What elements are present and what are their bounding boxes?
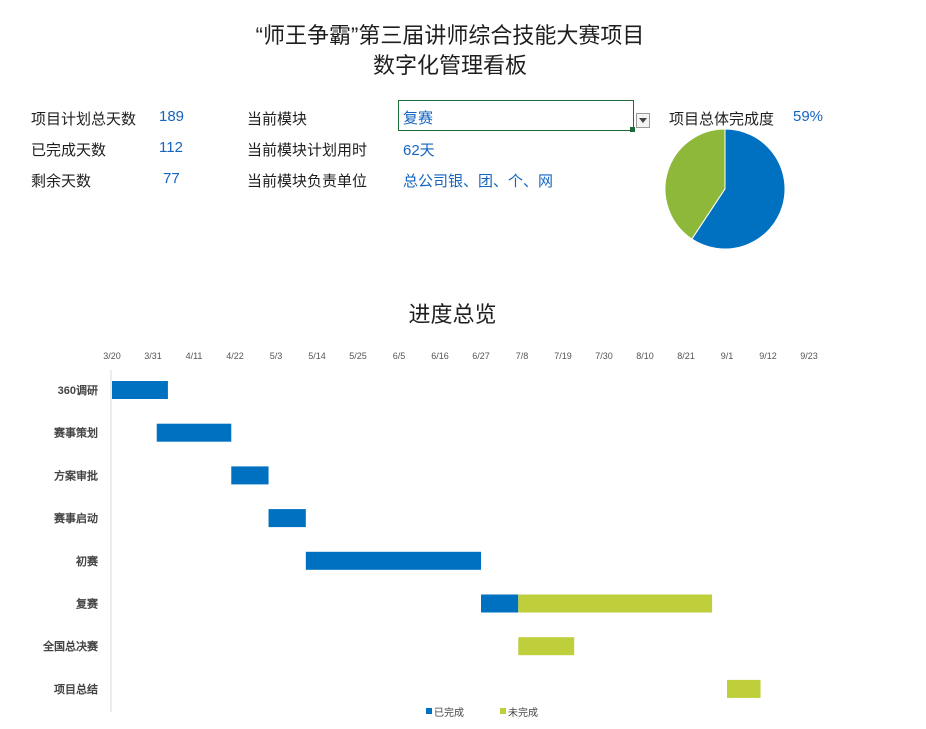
legend-swatch-done	[426, 708, 432, 714]
gantt-bar-todo	[727, 679, 761, 698]
gantt-bar-done	[481, 594, 519, 613]
x-tick-label: 9/1	[721, 351, 734, 361]
legend-label-done: 已完成	[434, 708, 464, 719]
category-label: 360调研	[58, 383, 98, 397]
gantt-bar-done	[231, 466, 269, 485]
category-label: 全国总决赛	[42, 639, 99, 653]
gantt-bar-done	[305, 551, 481, 570]
gantt-bar-done	[156, 423, 232, 442]
gantt-bar-todo	[518, 594, 713, 613]
x-tick-label: 9/23	[800, 351, 818, 361]
category-label: 复赛	[75, 597, 99, 611]
x-tick-label: 5/14	[308, 351, 326, 361]
gantt-chart: 3/20 3/31 4/11 4/22 5/3 5/14 5/25 6/5 6/16 6/27 7/…	[42, 351, 818, 712]
gantt-bar-done	[268, 509, 306, 528]
x-tick-label: 3/20	[103, 351, 121, 361]
category-label: 初赛	[76, 554, 99, 568]
x-tick-label: 4/22	[226, 351, 244, 361]
category-label: 赛事策划	[53, 426, 98, 440]
x-tick-label: 5/25	[349, 351, 367, 361]
x-tick-label: 8/21	[677, 351, 695, 361]
x-tick-label: 6/5	[393, 351, 406, 361]
gantt-bar-todo	[518, 637, 575, 656]
gantt-bar-done	[112, 381, 168, 399]
x-tick-label: 7/19	[554, 351, 572, 361]
x-tick-label: 8/10	[636, 351, 654, 361]
x-tick-label: 9/12	[759, 351, 777, 361]
legend-label-todo: 未完成	[508, 708, 538, 719]
x-tick-label: 6/16	[431, 351, 449, 361]
x-tick-label: 7/8	[516, 351, 529, 361]
x-tick-label: 7/30	[595, 351, 613, 361]
x-tick-label: 6/27	[472, 351, 490, 361]
category-label: 项目总结	[54, 682, 98, 696]
x-tick-label: 4/11	[186, 351, 203, 361]
category-label: 方案审批	[54, 468, 98, 482]
legend-swatch-todo	[500, 708, 506, 714]
x-tick-label: 3/31	[144, 351, 162, 361]
category-label: 赛事启动	[53, 511, 98, 525]
x-tick-label: 5/3	[270, 351, 283, 361]
